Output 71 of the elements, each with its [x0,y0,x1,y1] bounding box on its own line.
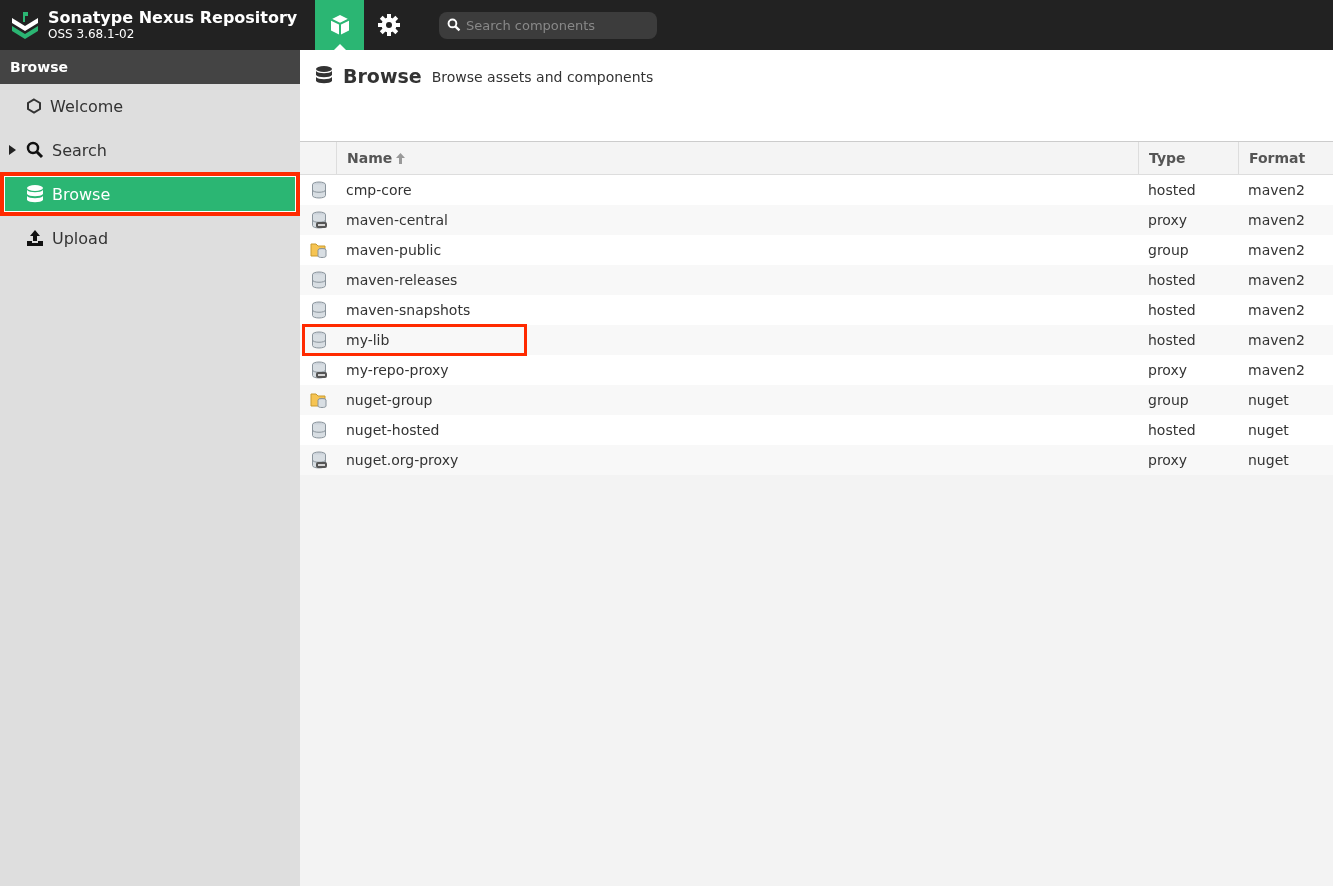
table-row[interactable]: maven-snapshots hosted maven2 [300,295,1333,325]
table-cell-text: maven2 [1247,331,1306,350]
folder-database-icon [310,391,328,409]
table-cell-text: maven-snapshots [345,301,472,320]
table-cell-text: hosted [1147,331,1197,350]
table-cell-text: maven2 [1247,271,1306,290]
table-cell-text: maven2 [1247,241,1306,260]
table-row[interactable]: nuget-group group nuget [300,385,1333,415]
hexagon-icon [26,98,42,114]
table-cell-text: nuget [1247,391,1290,410]
table-cell-text: hosted [1147,301,1197,320]
database-icon [26,184,44,204]
table-cell-text: my-repo-proxy [345,361,450,380]
table-cell-text: maven2 [1247,181,1306,200]
caret-icon[interactable] [8,145,17,155]
table-row[interactable]: cmp-core hosted maven2 [300,175,1333,205]
table-cell-text: maven2 [1247,301,1306,320]
page-title: Browse [343,65,422,87]
table-cell-text: cmp-core [345,181,413,200]
search-icon [26,141,44,159]
table-row[interactable]: nuget.org-proxy proxy nuget [300,445,1333,475]
database-icon [315,65,333,85]
version-label: OSS 3.68.1-02 [48,27,136,41]
upload-icon [26,229,44,247]
table-row[interactable]: maven-releases hosted maven2 [300,265,1333,295]
database-link-icon [310,451,328,469]
settings-icon [376,13,401,37]
page-subtitle: Browse assets and components [431,69,654,85]
table-cell-text: hosted [1147,181,1197,200]
logo-icon [10,10,40,40]
table-row[interactable]: maven-central proxy maven2 [300,205,1333,235]
table-cell-text: maven2 [1247,361,1306,380]
table-cell-text: nuget-group [345,391,434,410]
database-icon [310,181,328,199]
table-cell-text: maven-central [345,211,449,230]
table-row[interactable]: nuget-hosted hosted nuget [300,415,1333,445]
database-link-icon [310,361,328,379]
folder-database-icon [310,241,328,259]
table-row[interactable]: my-repo-proxy proxy maven2 [300,355,1333,385]
table-cell-text: nuget-hosted [345,421,441,440]
table-cell-text: proxy [1147,451,1189,470]
sidebar-header: Browse [0,50,300,84]
database-icon [310,301,328,319]
table-cell-text: maven2 [1247,211,1306,230]
table-cell-text: proxy [1147,361,1189,380]
table-cell-text: nuget [1247,451,1290,470]
table-cell-text: group [1147,241,1190,260]
table-cell-text: proxy [1147,211,1189,230]
table-cell-text: maven-public [345,241,443,260]
sidebar-item[interactable]: Welcome [0,84,300,128]
database-icon [310,271,328,289]
database-link-icon [310,211,328,229]
sidebar-item[interactable]: Upload [0,216,300,260]
table-cell-text: hosted [1147,421,1197,440]
sidebar-item[interactable]: Search [0,128,300,172]
search-field[interactable]: Search components [439,11,657,39]
table-cell-text: nuget.org-proxy [345,451,460,470]
table-cell-text: hosted [1147,271,1197,290]
sort-arrow-icon [396,152,406,164]
column-header[interactable]: Name [336,142,1138,175]
table-cell-text: group [1147,391,1190,410]
column-header[interactable]: Format [1238,142,1333,175]
database-icon [310,331,328,349]
table-cell-text: maven-releases [345,271,459,290]
column-header[interactable]: Type [1138,142,1238,175]
app-title: Sonatype Nexus Repository [48,9,298,27]
database-icon [310,421,328,439]
table-row[interactable]: maven-public group maven2 [300,235,1333,265]
table-cell-text: nuget [1247,421,1290,440]
table-cell-text: my-lib [345,331,391,350]
table-row[interactable]: my-lib hosted maven2 [300,325,1333,355]
